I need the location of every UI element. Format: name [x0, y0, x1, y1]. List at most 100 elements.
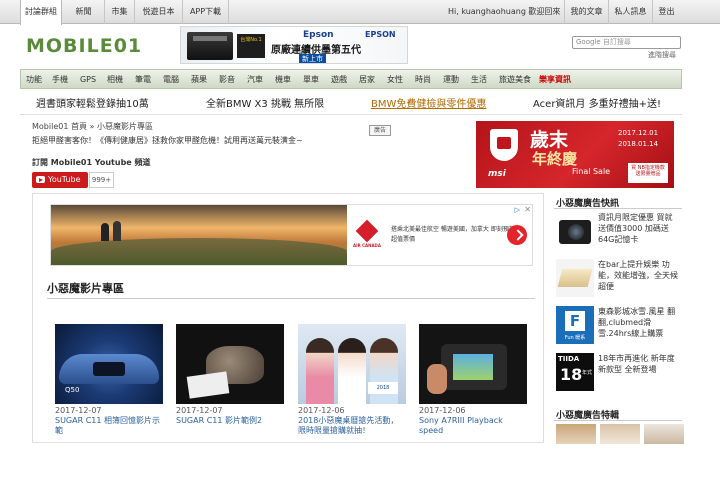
tab-japan-travel[interactable]: 悦遊日本 — [135, 0, 183, 24]
promo-link-1[interactable]: 週書頭家輕鬆登錄抽10萬 — [36, 95, 149, 110]
nav-item-phones[interactable]: 手機 — [49, 70, 71, 89]
video-thumbnail[interactable]: Q50 — [55, 324, 163, 404]
special-thumbnail[interactable] — [556, 424, 596, 444]
camera-lens — [568, 224, 584, 240]
msi-banner-ad[interactable]: msi 歲末 年終慶 Final Sale 2017.12.01 2018.01… — [476, 121, 674, 188]
nav-item-features[interactable]: 功能 — [23, 70, 45, 89]
search-provider-label: Google — [576, 38, 601, 46]
sidebar-news-item[interactable]: 在bar上提升娛樂 功能，效能增強，全天候超便 — [556, 259, 680, 299]
tab-forum[interactable]: 討論群組 — [20, 0, 62, 25]
tab-market[interactable]: 市集 — [105, 0, 135, 24]
nav-item-fashion[interactable]: 時尚 — [411, 70, 435, 89]
main-nav: 功能 手機 GPS 相機 筆電 電腦 蘋果 影音 汽車 機車 單車 遊戲 居家 … — [20, 69, 682, 89]
private-messages-link[interactable]: 私人訊息 — [608, 0, 652, 24]
sidebar-news-item[interactable]: F Fun 暖系 東森影城冰雪.風星 翻翻,clubmed滑 雪.24hrs線上… — [556, 306, 680, 346]
special-thumbnail[interactable] — [600, 424, 640, 444]
video-thumbnail[interactable]: 2018 — [298, 324, 406, 404]
user-greeting[interactable]: Hi, kuanghaohuang 歡迎回來 — [448, 0, 560, 24]
special-thumbnail[interactable] — [644, 424, 684, 444]
nav-item-computers[interactable]: 電腦 — [159, 70, 183, 89]
epson-banner-ad[interactable]: 台灣No.1 Epson EPSON 原廠連續供墨第五代 新上市 — [180, 26, 408, 64]
sidebar-divider — [554, 208, 682, 209]
page-description: 拒絕甲醛害客你！《傳利健康居》拯救你家甲醛危機！試用再送萬元裝潢金~ — [32, 136, 303, 145]
video-thumbnail[interactable] — [419, 324, 527, 404]
video-card[interactable]: Q50 2017-12-07 SUGAR C11 相簿回憶影片示範 — [55, 324, 163, 436]
nav-item-games[interactable]: 遊戲 — [327, 70, 351, 89]
nav-item-enjoy-info[interactable]: 樂享資訊 — [537, 70, 573, 89]
nav-item-women[interactable]: 女性 — [383, 70, 407, 89]
video-card[interactable]: 2017-12-06 Sony A7RIII Playback speed — [419, 324, 527, 436]
laptop-icon — [556, 259, 594, 297]
video-title[interactable]: Sony A7RIII Playback speed — [419, 416, 527, 436]
breadcrumb[interactable]: Mobile01 首頁 » 小惡魔影片專區 — [32, 121, 153, 132]
promo-row: 週書頭家輕鬆登錄抽10萬 全新BMW X3 挑戰 無所限 BMW免費健檢與零件優… — [20, 91, 682, 115]
msi-dates: 2017.12.01 2018.01.14 — [618, 128, 658, 150]
nav-item-apple[interactable]: 蘋果 — [187, 70, 211, 89]
nav-item-motorcycles[interactable]: 機車 — [271, 70, 295, 89]
ad-cta: 新上市 — [299, 54, 326, 63]
video-section-divider — [47, 298, 535, 299]
laptop-shape — [557, 269, 593, 287]
nav-item-laptops[interactable]: 筆電 — [131, 70, 155, 89]
search-placeholder: 自訂搜尋 — [602, 38, 631, 46]
air-canada-logo: AIR CANADA — [351, 219, 383, 253]
top-bar: 討論群組 新聞 市集 悦遊日本 APP下載 Hi, kuanghaohuang … — [0, 0, 720, 25]
video-title[interactable]: 2018小惡魔桌曆搶先活動，限時限量搶購就抽！ — [298, 416, 406, 436]
msi-date-end: 2018.01.14 — [618, 140, 659, 148]
ad-badge: 台灣No.1 — [237, 34, 265, 58]
youtube-subscriber-count: 999+ — [89, 172, 114, 188]
sidebar-news-text[interactable]: 資訊月限定優惠 買就送價值3000 加碼送64G記憶卡 — [598, 212, 680, 245]
sidebar-news-item[interactable]: 資訊月限定優惠 買就送價值3000 加碼送64G記憶卡 — [556, 212, 680, 252]
nav-item-gps[interactable]: GPS — [76, 70, 100, 89]
sidebar-divider — [554, 420, 682, 421]
maple-leaf-icon — [355, 219, 379, 243]
nav-item-cameras[interactable]: 相機 — [103, 70, 127, 89]
advanced-search-link[interactable]: 進階搜尋 — [648, 50, 676, 60]
promo-link-2[interactable]: 全新BMW X3 挑戰 無所限 — [206, 95, 324, 110]
msi-dragon-shield-icon — [490, 129, 518, 161]
promo-link-3[interactable]: BMW免費健檢與零件優惠 — [371, 95, 486, 110]
adchoices-icon[interactable]: ▷ — [515, 206, 520, 214]
youtube-subscribe-heading: 訂閱 Mobile01 Youtube 頻道 — [32, 158, 151, 167]
fun-letter: F — [565, 311, 585, 331]
video-card[interactable]: 2017-12-07 SUGAR C11 影片範例2 — [176, 324, 284, 426]
printer-image — [187, 32, 233, 60]
mobile01-logo[interactable]: MOBILE01 — [26, 30, 174, 58]
ad-brand-logo: EPSON — [365, 30, 396, 39]
nav-item-travel-food[interactable]: 旅遊美食 — [495, 70, 535, 89]
air-canada-ad[interactable]: AIR CANADA 搭乘北美最佳航空 暢遊美國，加拿大 即刻預訂超值票價 ▷ … — [50, 204, 533, 266]
youtube-subscribe-button[interactable]: YouTube — [32, 172, 88, 188]
ad-close-icon[interactable]: ✕ — [524, 205, 531, 214]
sidebar-news-item[interactable]: TIIDA 18 年式 18年市再進化 新年度新款型 全新登場 — [556, 353, 680, 393]
nav-item-life[interactable]: 生活 — [467, 70, 491, 89]
msi-subtitle: Final Sale — [572, 167, 611, 176]
nav-item-sports[interactable]: 運動 — [439, 70, 463, 89]
nav-item-bikes[interactable]: 單車 — [299, 70, 323, 89]
nav-item-home[interactable]: 居家 — [355, 70, 379, 89]
tiida-icon: TIIDA 18 年式 — [556, 353, 594, 391]
tab-app-download[interactable]: APP下載 — [183, 0, 229, 24]
nav-item-av[interactable]: 影音 — [215, 70, 239, 89]
nav-item-cars[interactable]: 汽車 — [243, 70, 267, 89]
car-grill — [93, 362, 125, 376]
logout-link[interactable]: 登出 — [652, 0, 680, 24]
video-thumbnail[interactable] — [176, 324, 284, 404]
youtube-button-label: YouTube — [48, 175, 81, 184]
ad-copy: 搭乘北美最佳航空 暢遊美國，加拿大 即刻預訂超值票價 — [391, 226, 515, 243]
fun-ticket-icon: F Fun 暖系 — [556, 306, 594, 344]
video-card[interactable]: 2018 2017-12-06 2018小惡魔桌曆搶先活動，限時限量搶購就抽！ — [298, 324, 406, 436]
msi-logo: msi — [488, 169, 506, 179]
ad-arrow-icon[interactable] — [507, 225, 527, 245]
ad-person-1 — [101, 223, 109, 241]
promo-link-4[interactable]: Acer資訊月 多重好禮抽+送! — [533, 95, 661, 110]
tab-news[interactable]: 新聞 — [63, 0, 105, 24]
sidebar-news-text[interactable]: 東森影城冰雪.風星 翻翻,clubmed滑 雪.24hrs線上購票 — [598, 306, 680, 339]
my-posts-link[interactable]: 我的文章 — [564, 0, 608, 24]
sidebar-news-text[interactable]: 在bar上提升娛樂 功能，效能增強，全天候超便 — [598, 259, 680, 292]
search-input[interactable]: Google 自訂搜尋 — [572, 36, 681, 49]
tiida-year: 18 — [560, 365, 583, 384]
air-canada-wordmark: AIR CANADA — [353, 243, 381, 248]
sidebar-news-text[interactable]: 18年市再進化 新年度新款型 全新登場 — [598, 353, 680, 375]
video-title[interactable]: SUGAR C11 相簿回憶影片示範 — [55, 416, 163, 436]
video-title[interactable]: SUGAR C11 影片範例2 — [176, 416, 284, 426]
